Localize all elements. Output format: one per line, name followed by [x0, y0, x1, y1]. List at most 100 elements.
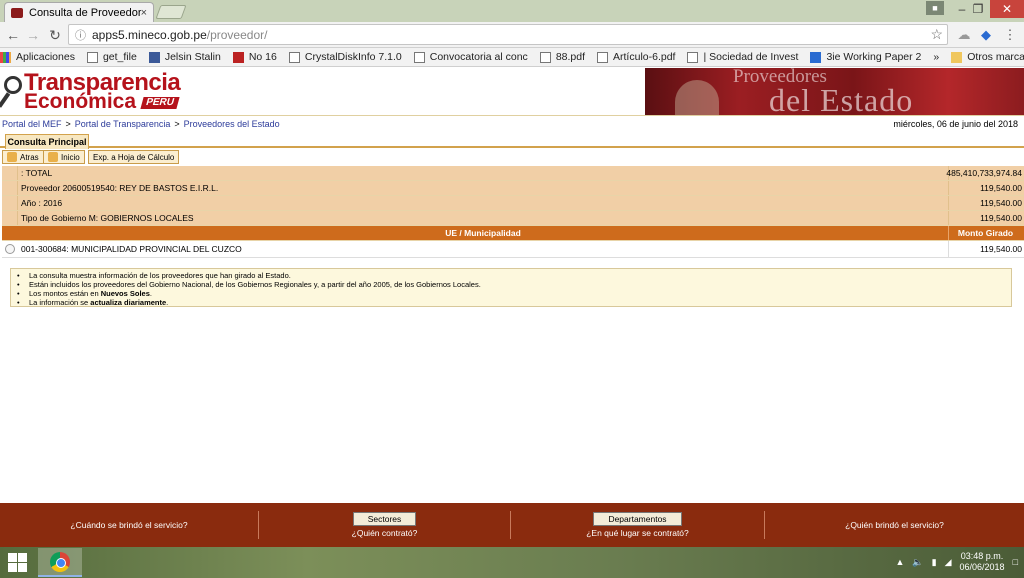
footer-section-who-hired: Sectores ¿Quién contrató? [259, 503, 510, 547]
windows-taskbar: ▲ 🔈 ▮ ◢ 03:48 p.m. 06/06/2018 □ [0, 547, 1024, 578]
bookmark-label: Aplicaciones [16, 51, 75, 63]
radio-cell [2, 241, 18, 257]
bookmarks-bar: Aplicaciones get_file Jelsin Stalin No 1… [0, 48, 1024, 67]
breadcrumb-link-proveedores[interactable]: Proveedores del Estado [184, 119, 280, 129]
network-icon[interactable]: ◢ [945, 557, 952, 568]
forward-arrow-icon[interactable]: → [24, 26, 42, 44]
summary-label: Año : 2016 [21, 198, 63, 208]
doc-icon [810, 51, 822, 63]
extension-diamond-icon[interactable]: ◆ [978, 27, 994, 43]
bookmark-item[interactable]: get_file [86, 51, 137, 63]
reload-icon[interactable]: ↻ [46, 26, 64, 44]
page-icon [597, 51, 609, 63]
bookmark-item[interactable]: Artículo-6.pdf [597, 51, 675, 63]
summary-label: Tipo de Gobierno M: GOBIERNOS LOCALES [21, 213, 194, 223]
query-footer: ¿Cuándo se brindó el servicio? Sectores … [0, 503, 1024, 547]
page-icon [687, 51, 699, 63]
tab-consulta-principal[interactable]: Consulta Principal [5, 134, 89, 149]
footer-question-where: ¿En qué lugar se contrató? [586, 528, 689, 538]
tray-chevron-icon[interactable]: ▲ [896, 557, 905, 567]
footer-question-who-hired: ¿Quién contrató? [351, 528, 418, 538]
back-label: Atras [20, 152, 39, 162]
flag-icon [232, 51, 244, 63]
row-marker [2, 211, 18, 225]
bookmark-label: Jelsin Stalin [164, 51, 221, 63]
sectores-button[interactable]: Sectores [352, 512, 417, 526]
system-tray: ▲ 🔈 ▮ ◢ 03:48 p.m. 06/06/2018 □ [896, 551, 1019, 573]
profile-icon[interactable]: ■ [926, 1, 944, 15]
info-text: La información se [29, 298, 91, 307]
summary-row: Año : 2016 119,540.00 [2, 196, 1024, 211]
window-close-button[interactable]: ✕ [990, 0, 1024, 18]
row-label: 001-300684: MUNICIPALIDAD PROVINCIAL DEL… [21, 244, 242, 254]
breadcrumb-link-mef[interactable]: Portal del MEF [2, 119, 62, 129]
back-arrow-icon[interactable]: ← [4, 26, 22, 44]
extension-cloud-icon[interactable]: ☁ [956, 27, 972, 43]
tab-close-icon[interactable]: × [141, 7, 147, 19]
departamentos-button[interactable]: Departamentos [593, 512, 682, 526]
tab-title: Consulta de Proveedores [29, 6, 141, 19]
bookmark-item[interactable]: Aplicaciones [0, 51, 75, 63]
bookmark-label: 88.pdf [555, 51, 586, 63]
breadcrumb-separator: > [65, 119, 71, 129]
home-icon [48, 152, 58, 162]
bookmark-item[interactable]: 88.pdf [539, 51, 586, 63]
summary-row: : TOTAL 485,410,733,974.84 [2, 166, 1024, 181]
banner-line2: del Estado [769, 82, 914, 115]
facebook-icon [148, 51, 160, 63]
footer-question-when[interactable]: ¿Cuándo se brindó el servicio? [70, 520, 187, 530]
info-text: . [166, 298, 169, 307]
new-tab-button[interactable] [155, 5, 187, 19]
page-tabs: Consulta Principal [0, 131, 1024, 149]
bookmark-item[interactable]: No 16 [232, 51, 277, 63]
breadcrumb-link-transparencia[interactable]: Portal de Transparencia [75, 119, 171, 129]
site-header: Transparencia Económica PERU Proveedores… [0, 68, 1024, 115]
other-bookmarks-folder[interactable]: Otros marcadores [951, 51, 1024, 63]
menu-dots-icon[interactable]: ⋮ [1002, 27, 1018, 43]
home-button[interactable]: Inicio [43, 150, 85, 164]
row-value: 119,540.00 [948, 241, 1024, 257]
site-favicon-icon [11, 7, 23, 18]
taskbar-chrome-button[interactable] [38, 548, 82, 577]
site-logo[interactable]: Transparencia Económica PERU [0, 70, 204, 114]
page-icon [288, 51, 300, 63]
windows-start-icon[interactable] [8, 553, 28, 573]
browser-tab[interactable]: Consulta de Proveedores × [4, 2, 154, 22]
address-bar[interactable]: ⓘ apps5.mineco.gob.pe /proveedor/ ☆ [68, 24, 948, 45]
info-bold: actualiza diariamente [90, 298, 167, 307]
table-header: UE / Municipalidad Monto Girado [2, 226, 1024, 241]
church-image [675, 80, 719, 115]
current-date: miércoles, 06 de junio del 2018 [893, 119, 1018, 129]
bookmark-item[interactable]: Convocatoria al conc [413, 51, 528, 63]
header-spacer [2, 226, 18, 240]
volume-icon[interactable]: 🔈 [912, 557, 923, 568]
bookmarks-more-button[interactable]: » [933, 51, 939, 63]
breadcrumb: Portal del MEF > Portal de Transparencia > P… [2, 119, 280, 129]
taskbar-clock[interactable]: 03:48 p.m. 06/06/2018 [960, 551, 1005, 573]
chrome-icon [50, 551, 70, 572]
footer-question-who-served[interactable]: ¿Quién brindó el servicio? [845, 520, 944, 530]
breadcrumb-separator: > [174, 119, 180, 129]
table-row[interactable]: 001-300684: MUNICIPALIDAD PROVINCIAL DEL… [2, 241, 1024, 258]
bookmark-item[interactable]: | Sociedad de Invest [687, 51, 798, 63]
bookmark-item[interactable]: CrystalDiskInfo 7.1.0 [288, 51, 402, 63]
notifications-icon[interactable]: □ [1013, 557, 1018, 567]
back-button[interactable]: Atras [2, 150, 44, 164]
column-header-monto[interactable]: Monto Girado [948, 226, 1024, 240]
folder-icon [951, 51, 963, 63]
bookmark-star-icon[interactable]: ☆ [930, 26, 943, 43]
export-spreadsheet-button[interactable]: Exp. a Hoja de Cálculo [88, 150, 180, 164]
bookmark-item[interactable]: 3ie Working Paper 2 [810, 51, 921, 63]
column-header-ue[interactable]: UE / Municipalidad [18, 228, 948, 238]
footer-section-who-served: ¿Quién brindó el servicio? [765, 503, 1024, 547]
logo-line2: Económica [24, 90, 137, 113]
info-icon[interactable]: ⓘ [75, 27, 86, 43]
browser-tab-strip: Consulta de Proveedores × ■ – ❐ ✕ [0, 0, 1024, 22]
info-line: La información se actualiza diariamente. [15, 298, 1007, 307]
battery-icon[interactable]: ▮ [932, 557, 937, 568]
info-text: Los montos están en [29, 289, 101, 298]
row-radio[interactable] [5, 244, 15, 254]
restore-button[interactable]: ❐ [964, 0, 992, 18]
bookmark-item[interactable]: Jelsin Stalin [148, 51, 221, 63]
apps-grid-icon [0, 51, 11, 63]
